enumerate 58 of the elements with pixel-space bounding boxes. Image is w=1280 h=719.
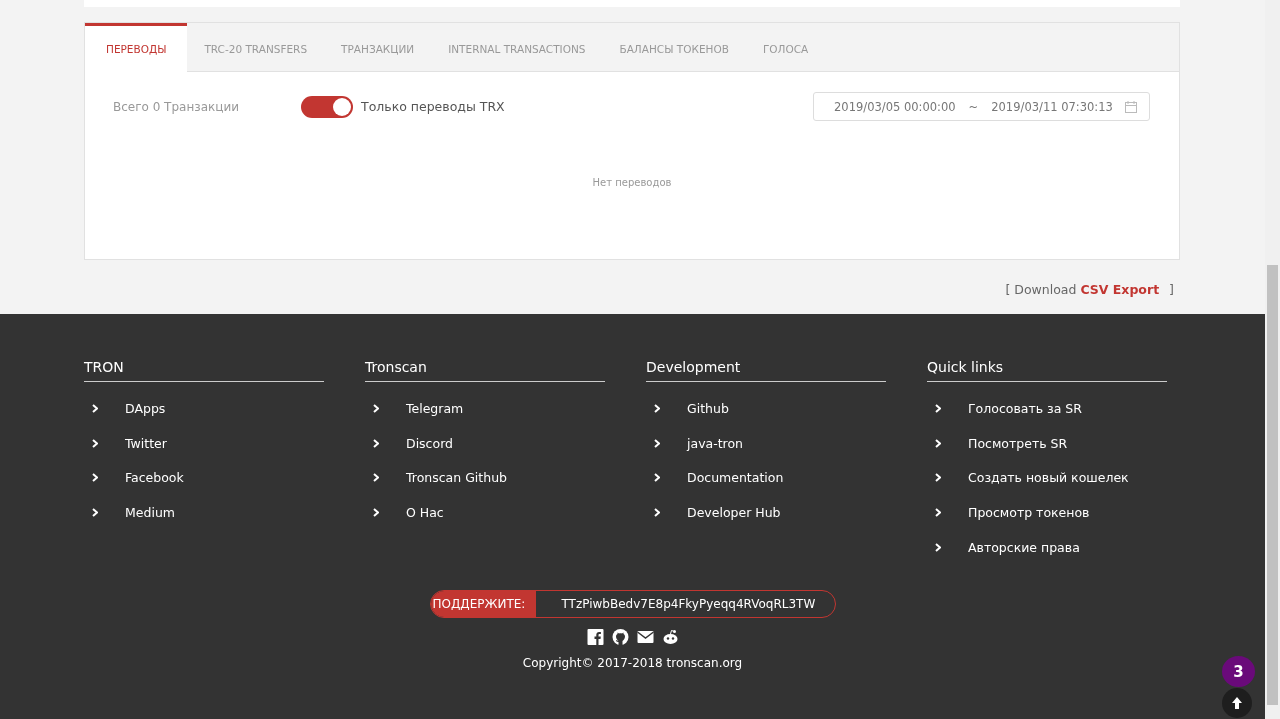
chevron-icon (92, 473, 98, 483)
chevron-icon (935, 507, 941, 517)
footer-link[interactable]: Просмотр токенов (968, 504, 1090, 520)
chevron-icon (92, 403, 98, 413)
chevron-icon (373, 403, 379, 413)
footer-link[interactable]: Telegram (406, 400, 464, 416)
toggle-label: Только переводы TRX (361, 99, 505, 114)
column-heading: Development (646, 359, 886, 382)
column-heading: Tronscan (365, 359, 605, 382)
mail-icon[interactable] (636, 629, 654, 645)
footer-link[interactable]: Facebook (125, 470, 184, 486)
chevron-icon (935, 473, 941, 483)
footer-link[interactable]: DApps (125, 400, 166, 416)
chevron-icon (654, 507, 660, 517)
footer-link[interactable]: Голосовать за SR (968, 400, 1082, 416)
csv-export-link[interactable]: CSV Export (1080, 282, 1160, 297)
chevron-icon (935, 438, 941, 448)
column-heading: Quick links (927, 359, 1167, 382)
export-text: [ Download (1005, 282, 1077, 297)
chevron-icon (373, 473, 379, 483)
total-count: Всего 0 Транзакции (113, 99, 241, 114)
chevron-icon (654, 438, 660, 448)
footer-link[interactable]: Medium (125, 504, 175, 520)
chevron-icon (654, 403, 660, 413)
date-range-field[interactable]: 2019/03/05 00:00:00 ~ 2019/03/11 07:30:13 (813, 92, 1150, 121)
reddit-icon[interactable] (661, 629, 679, 645)
column-heading: TRON (84, 359, 324, 382)
github-icon[interactable] (611, 629, 629, 645)
scrollbar-thumb[interactable] (1267, 265, 1278, 705)
donate-label: ПОДДЕРЖИТЕ: (432, 597, 526, 611)
toggle-switch[interactable] (301, 95, 353, 118)
empty-message: Нет переводов (591, 177, 673, 188)
donate-address: TTzPiwbBedv7E8p4FkyPyeqq4RVoqRL3TW (561, 597, 816, 611)
scrollbar[interactable] (1265, 0, 1280, 719)
tab[interactable]: ПЕРЕВОДЫ (85, 23, 188, 72)
chevron-icon (935, 403, 941, 413)
bracket-text: ] (1169, 282, 1174, 297)
footer-link[interactable]: О Нас (406, 504, 444, 520)
copyright-text: Copyright© 2017-2018 tronscan.org (522, 656, 743, 670)
footer-link[interactable]: Twitter (125, 435, 167, 451)
footer-link[interactable]: Авторские права (968, 539, 1080, 555)
chevron-icon (373, 507, 379, 517)
footer-link[interactable]: Tronscan Github (406, 470, 507, 486)
footer-link[interactable]: Github (687, 400, 729, 416)
chevron-icon (92, 507, 98, 517)
footer-link[interactable]: java-tron (687, 435, 744, 451)
footer-link[interactable]: Developer Hub (687, 504, 781, 520)
footer-link[interactable]: Documentation (687, 470, 784, 486)
calendar-icon (1125, 100, 1137, 113)
chevron-icon (373, 438, 379, 448)
footer-link[interactable]: Создать новый кошелек (968, 470, 1129, 486)
chevron-icon (654, 473, 660, 483)
facebook-icon[interactable] (586, 629, 604, 645)
chevron-icon (92, 438, 98, 448)
up-arrow-icon (1232, 697, 1242, 709)
footer-link[interactable]: Discord (406, 435, 453, 451)
footer-link[interactable]: Посмотреть SR (968, 435, 1068, 451)
chevron-icon (935, 542, 941, 552)
